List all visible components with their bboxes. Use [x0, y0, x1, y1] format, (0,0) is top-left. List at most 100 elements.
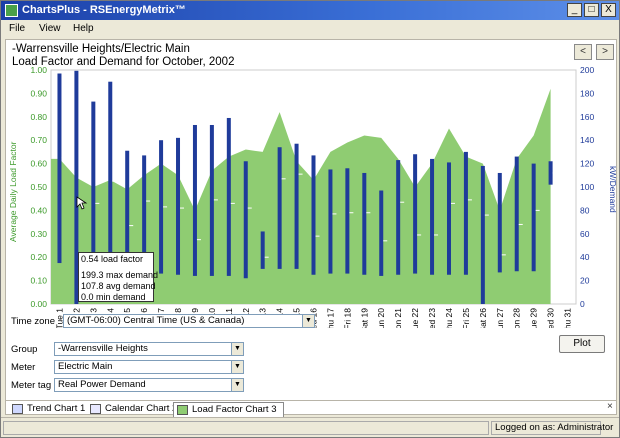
- demand-bar: [514, 156, 519, 272]
- tab-load-factor-chart[interactable]: Load Factor Chart 3: [173, 402, 284, 417]
- timezone-label: Time zone: [11, 316, 55, 327]
- demand-bar: [413, 154, 418, 274]
- group-select[interactable]: -Warrensville Heights ▼: [54, 342, 244, 356]
- demand-bar: [192, 124, 197, 276]
- left-axis: 0.00 0.10 0.20 0.30 0.40 0.50 0.60 0.70 0.80 0.90…: [30, 66, 47, 309]
- right-tick-label: 180: [580, 88, 594, 98]
- left-tick-label: 0.70: [30, 135, 47, 145]
- tab-trend-chart[interactable]: Trend Chart 1: [9, 402, 91, 417]
- left-tick-label: 0.10: [30, 276, 47, 286]
- demand-bar: [446, 162, 451, 275]
- trend-chart-icon: [12, 404, 23, 414]
- demand-bar: [209, 124, 214, 276]
- right-tick-label: 120: [580, 159, 594, 169]
- demand-bar: [226, 117, 231, 276]
- x-tick-label: Sat 26: [478, 308, 488, 328]
- demand-bar: [463, 151, 468, 275]
- demand-bar: [497, 172, 502, 273]
- meter-tag-select[interactable]: Real Power Demand ▼: [54, 378, 244, 392]
- tooltip-min-demand: 0.0 min demand: [81, 292, 146, 302]
- chart-subtitle: -Warrensville Heights/Electric Main: [12, 43, 190, 55]
- close-button[interactable]: X: [601, 3, 616, 17]
- left-tick-label: 0.40: [30, 205, 47, 215]
- left-tick-label: 0.80: [30, 112, 47, 122]
- x-tick-label: Mon 21: [393, 308, 403, 328]
- x-tick-label: Fri 25: [461, 308, 471, 328]
- demand-bar: [294, 143, 299, 269]
- demand-bar: [362, 172, 367, 275]
- next-button[interactable]: >: [596, 44, 614, 60]
- tooltip-avg-demand: 107.8 avg demand: [81, 281, 156, 291]
- tooltip-max-demand: 199.3 max demand: [81, 270, 159, 280]
- status-cell-empty: [3, 421, 489, 435]
- x-tick-label: Mon 28: [512, 308, 522, 328]
- demand-bar: [379, 190, 384, 276]
- demand-bar: [531, 163, 536, 272]
- demand-bar: [91, 101, 96, 269]
- menu-help[interactable]: Help: [73, 23, 94, 34]
- close-tab-icon[interactable]: ×: [607, 401, 613, 412]
- demand-bar: [176, 137, 181, 275]
- demand-bar: [480, 165, 485, 304]
- prev-button[interactable]: <: [574, 44, 592, 60]
- left-tick-label: 0.90: [30, 88, 47, 98]
- left-tick-label: 0.60: [30, 159, 47, 169]
- demand-bar: [277, 147, 282, 269]
- right-tick-label: 160: [580, 112, 594, 122]
- demand-bar: [57, 73, 62, 264]
- group-label: Group: [11, 344, 38, 355]
- x-tick-label: Sun 27: [495, 308, 505, 328]
- right-tick-label: 60: [580, 229, 590, 239]
- x-tick-label: Wed 30: [546, 308, 556, 328]
- x-tick-label: Thu 31: [563, 308, 573, 328]
- demand-bar: [311, 155, 316, 275]
- chevron-down-icon: ▼: [231, 361, 243, 373]
- x-tick-label: Sat 19: [359, 308, 369, 328]
- demand-bar: [328, 169, 333, 274]
- tab-calendar-chart[interactable]: Calendar Chart 2: [87, 402, 183, 417]
- data-tooltip: 0.54 load factor 199.3 max demand 107.8 …: [78, 252, 159, 302]
- right-tick-label: 100: [580, 182, 594, 192]
- right-axis-title: kW/Demand: [608, 166, 618, 213]
- menu-view[interactable]: View: [39, 23, 61, 34]
- demand-bar: [548, 161, 553, 185]
- minimize-button[interactable]: _: [567, 3, 582, 17]
- demand-bar: [396, 160, 401, 275]
- menu-bar: File View Help: [1, 21, 619, 37]
- maximize-button[interactable]: □: [584, 3, 599, 17]
- demand-bar: [108, 81, 113, 269]
- load-factor-icon: [177, 405, 188, 415]
- right-tick-label: 200: [580, 66, 594, 75]
- x-tick-label: Thu 24: [444, 308, 454, 328]
- meter-select[interactable]: Electric Main ▼: [54, 360, 244, 374]
- chevron-down-icon: ▼: [231, 343, 243, 355]
- x-tick-label: Thu 17: [325, 308, 335, 328]
- app-window: ChartsPlus - RSEnergyMetrix™ _ □ X File …: [0, 0, 620, 438]
- right-tick-label: 40: [580, 252, 590, 262]
- x-tick-label: Fri 18: [342, 308, 352, 328]
- plot-button[interactable]: Plot: [559, 335, 605, 353]
- tooltip-load-factor: 0.54 load factor: [81, 254, 144, 264]
- demand-bar: [243, 161, 248, 279]
- demand-bar: [260, 231, 265, 269]
- x-tick-label: Tue 22: [410, 308, 420, 328]
- right-tick-label: 0: [580, 299, 585, 309]
- status-bar: Logged on as: Administrator: [1, 417, 619, 437]
- x-tick-label: Sun 20: [376, 308, 386, 328]
- left-tick-label: 0.50: [30, 182, 47, 192]
- title-bar: ChartsPlus - RSEnergyMetrix™ _ □ X: [1, 1, 619, 20]
- right-axis: 0 20 40 60 80 100 120 140 160 180 200: [580, 66, 594, 309]
- left-tick-label: 0.00: [30, 299, 47, 309]
- x-tick-label: Tue 29: [529, 308, 539, 328]
- timezone-select[interactable]: (GMT-06:00) Central Time (US & Canada) ▼: [63, 314, 315, 328]
- chart-panel: -Warrensville Heights/Electric Main Load…: [5, 39, 618, 415]
- demand-bar: [345, 168, 350, 274]
- app-icon: [5, 4, 18, 17]
- status-logged-on: Logged on as: Administrator: [491, 421, 613, 435]
- left-tick-label: 0.20: [30, 252, 47, 262]
- right-tick-label: 140: [580, 135, 594, 145]
- window-title: ChartsPlus - RSEnergyMetrix™: [22, 4, 186, 16]
- menu-file[interactable]: File: [9, 23, 25, 34]
- right-tick-label: 20: [580, 276, 590, 286]
- chevron-down-icon: ▼: [302, 315, 314, 327]
